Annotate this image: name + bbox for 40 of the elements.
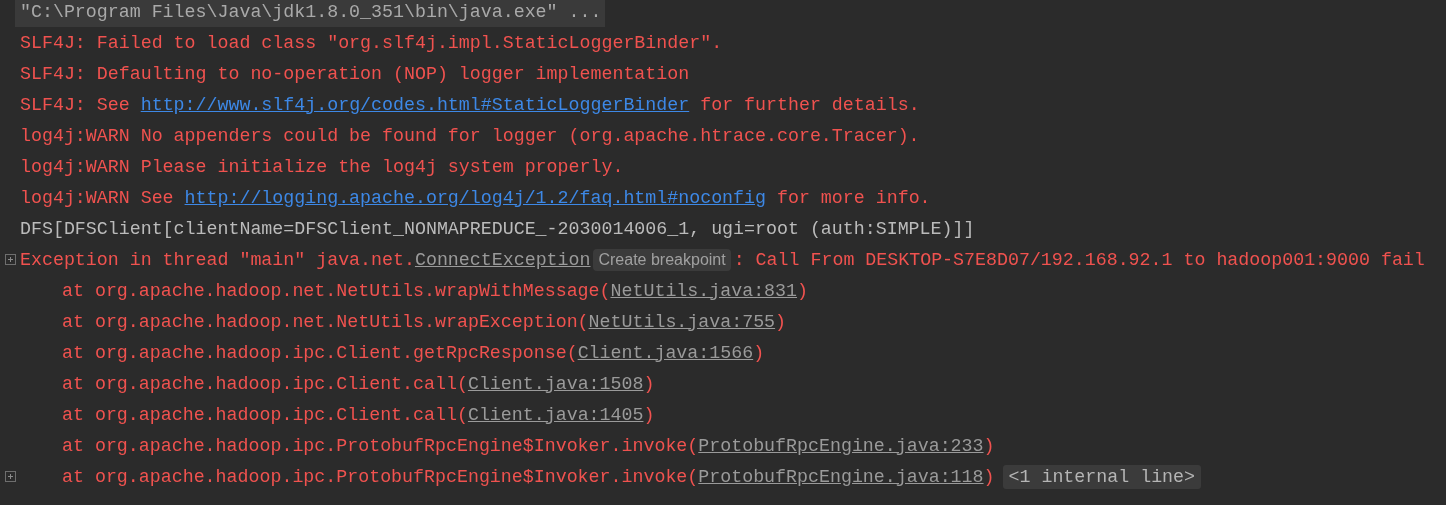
log-text: for further details. xyxy=(699,94,920,115)
log-text: log4j:WARN See xyxy=(20,187,175,208)
log-text: at org.apache.hadoop.ipc.Client.call( xyxy=(62,404,468,425)
log-text: ) xyxy=(983,435,995,456)
log-text: : Call From DESKTOP-S7E8D07/192.168.92.1 to hadoop001:9000 fail xyxy=(733,249,1425,270)
log-text: ) xyxy=(753,342,765,363)
log-text: SLF4J: Defaulting to no-operation (NOP) logger implementation xyxy=(20,63,690,84)
log-text: at org.apache.hadoop.ipc.Client.getRpcResponse( xyxy=(62,342,578,363)
log-text: at org.apache.hadoop.net.NetUtils.wrapWithMessage( xyxy=(62,280,611,301)
log-text: for more info. xyxy=(776,187,931,208)
log-text: DFS[DFSClient[clientName=DFSClient_NONMAPREDUCE_-2030014006_1, ugi=root (auth:SIMPLE)]] xyxy=(20,218,975,239)
url-link[interactable]: http://logging.apache.org/log4j/1.2/faq.html#noconfig xyxy=(184,187,766,208)
log-text: at org.apache.hadoop.net.NetUtils.wrapException( xyxy=(62,311,589,332)
log-text: SLF4J: Failed to load class "org.slf4j.impl.StaticLoggerBinder". xyxy=(20,32,723,53)
source-link[interactable]: ProtobufRpcEngine.java:118 xyxy=(698,466,984,487)
log-text: ) xyxy=(643,373,655,394)
log-text: log4j:WARN No appenders could be found for logger (org.apache.htrace.core.Tracer). xyxy=(20,125,920,146)
expand-icon[interactable] xyxy=(5,254,16,265)
log-text: log4j:WARN Please initialize the log4j system properly. xyxy=(20,156,624,177)
log-text: at org.apache.hadoop.ipc.ProtobufRpcEngine$Invoker.invoke( xyxy=(62,466,699,487)
log-text: at org.apache.hadoop.ipc.ProtobufRpcEngine$Invoker.invoke( xyxy=(62,435,699,456)
log-text: at org.apache.hadoop.ipc.Client.call( xyxy=(62,373,468,394)
log-text: ) xyxy=(797,280,808,301)
log-text: ) xyxy=(983,466,995,487)
source-link[interactable]: Client.java:1566 xyxy=(577,342,754,363)
source-link[interactable]: NetUtils.java:831 xyxy=(610,280,798,301)
folded-lines-label[interactable]: <1 internal line> xyxy=(1002,464,1201,489)
log-text: Exception in thread "main" java.net. xyxy=(20,249,415,270)
log-text: SLF4J: See xyxy=(20,94,131,115)
source-link[interactable]: ConnectException xyxy=(414,249,591,270)
source-link[interactable]: Client.java:1508 xyxy=(467,373,644,394)
source-link[interactable]: NetUtils.java:755 xyxy=(588,311,776,332)
source-link[interactable]: Client.java:1405 xyxy=(467,404,644,425)
source-link[interactable]: ProtobufRpcEngine.java:233 xyxy=(698,435,984,456)
log-text: ) xyxy=(775,311,787,332)
expand-icon[interactable] xyxy=(5,471,16,482)
create-breakpoint-hint[interactable]: Create breakpoint xyxy=(593,248,731,271)
command-line-text: "C:\Program Files\Java\jdk1.8.0_351\bin\java.exe" ... xyxy=(15,0,606,27)
log-text: ) xyxy=(643,404,655,425)
url-link[interactable]: http://www.slf4j.org/codes.html#StaticLoggerBinder xyxy=(140,94,690,115)
